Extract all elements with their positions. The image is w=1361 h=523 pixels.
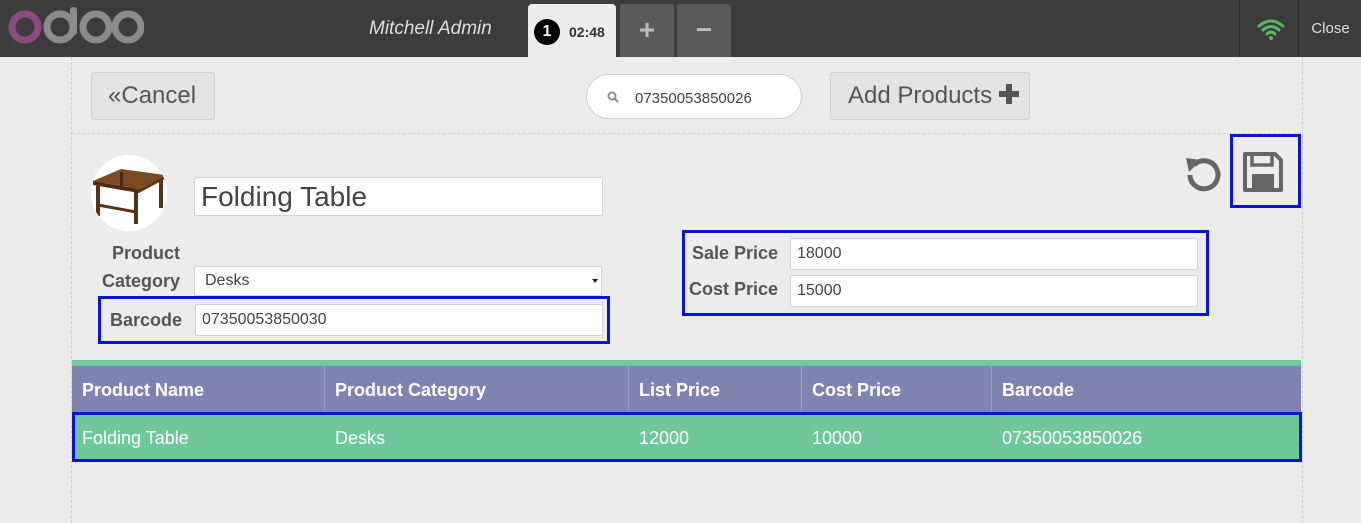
cancel-button[interactable]: «Cancel [91, 72, 215, 120]
odoo-logo [8, 7, 144, 44]
table-header: Product Name Product Category List Price… [72, 366, 1301, 413]
product-name-field[interactable] [194, 177, 603, 216]
add-order-button[interactable]: + [620, 4, 674, 57]
undo-icon[interactable] [1183, 152, 1225, 194]
close-button[interactable]: Close [1300, 0, 1361, 57]
search-box[interactable] [586, 74, 802, 119]
add-products-label: Add Products [848, 82, 993, 109]
row-highlight [72, 412, 1302, 462]
divider [1298, 0, 1299, 57]
remove-order-button[interactable]: − [677, 4, 731, 57]
product-image[interactable] [91, 155, 167, 231]
barcode-highlight [98, 296, 610, 344]
add-products-button[interactable]: Add Products [830, 72, 1030, 120]
search-input[interactable] [633, 84, 797, 112]
wifi-icon[interactable] [1257, 17, 1285, 41]
plus-icon [998, 84, 1019, 104]
save-highlight [1230, 134, 1301, 208]
order-time: 02:48 [569, 24, 605, 40]
column-header-product-name: Product Name [72, 366, 325, 413]
column-header-product-category: Product Category [325, 366, 629, 413]
category-value: Desks [205, 272, 250, 289]
search-icon [607, 91, 619, 103]
divider [72, 133, 1301, 134]
table-image [93, 169, 165, 224]
column-header-cost-price: Cost Price [802, 366, 992, 413]
double-chevron-left-icon: « [108, 82, 122, 109]
divider [1239, 0, 1240, 57]
category-label-line2: Category [102, 271, 181, 291]
order-number-badge: 1 [534, 19, 560, 45]
dropdown-arrow-icon [592, 279, 598, 283]
column-header-barcode: Barcode [1002, 380, 1075, 400]
order-tab[interactable]: 1 02:48 [528, 4, 616, 57]
price-highlight [682, 230, 1209, 316]
top-bar: Mitchell Admin 1 02:48 + − Close [0, 0, 1361, 57]
column-header-list-price: List Price [629, 366, 802, 413]
category-select[interactable]: Desks [194, 266, 602, 296]
cancel-label: Cancel [121, 82, 197, 109]
category-label-line1: Product [112, 243, 181, 263]
user-name[interactable]: Mitchell Admin [369, 0, 492, 57]
